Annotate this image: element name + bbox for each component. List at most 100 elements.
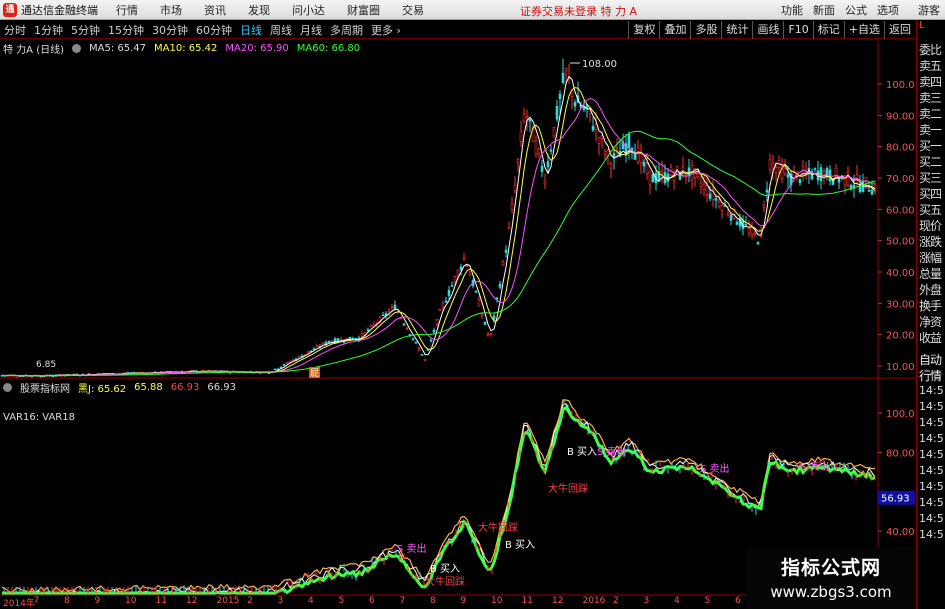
candle-body — [870, 189, 874, 195]
candle-body — [768, 158, 772, 170]
candle-body — [420, 354, 424, 356]
candle-body — [486, 333, 490, 336]
candle-body — [786, 174, 790, 178]
candle-body — [591, 126, 595, 131]
candle-body — [312, 348, 316, 351]
candle-body — [534, 140, 538, 155]
date-label-9: 3 — [277, 596, 284, 606]
date-label-20: 2 — [613, 596, 619, 606]
candle-body — [282, 364, 286, 366]
candle-body — [726, 213, 730, 216]
side-item-1: 卖五 — [919, 59, 942, 73]
indicator-name[interactable]: 股票指标网 — [20, 380, 70, 395]
date-label-24: 6 — [735, 596, 741, 606]
candle-body — [705, 185, 709, 195]
side-time-3: 14:5 — [919, 432, 944, 445]
candle-body — [297, 355, 301, 358]
price-label-2: 80.00 — [886, 143, 915, 154]
candle-body — [480, 314, 484, 317]
candle-body — [381, 314, 385, 317]
side-time-6: 14:5 — [919, 480, 944, 493]
date-label-19: 2016 — [582, 596, 606, 606]
side-item-18: 收益 — [919, 331, 942, 345]
indicator-dot-icon[interactable] — [3, 382, 12, 392]
candle-body — [702, 183, 706, 190]
candle-body — [495, 297, 499, 300]
candle-body — [387, 311, 391, 314]
candle-body — [765, 189, 769, 193]
signal-label-4: 大牛回踩 — [478, 521, 518, 534]
ind-label-0: 100.0 — [886, 409, 915, 420]
side-time-1: 14:5 — [919, 400, 944, 413]
candle-body — [405, 328, 409, 330]
candle-body — [648, 171, 652, 185]
candle-body — [744, 223, 748, 226]
side-item-17: 净资 — [919, 315, 942, 329]
settings-dot-icon[interactable] — [72, 43, 82, 53]
candle-body — [15, 375, 19, 378]
side-item-7: 买二 — [919, 155, 942, 169]
candle-body — [477, 299, 481, 307]
candle-body — [369, 325, 373, 327]
signal-label-2: B 买入 — [567, 446, 597, 458]
watermark: 指标公式网 www.zbgs3.com — [746, 547, 916, 609]
candle-body — [627, 134, 631, 149]
candle-body — [543, 181, 547, 185]
ind-label-2: 56.93 — [881, 494, 910, 505]
candle-body — [864, 176, 868, 181]
candle-body — [549, 149, 553, 152]
candle-body — [819, 167, 823, 181]
candle-body — [603, 151, 607, 155]
candle-body — [609, 163, 613, 169]
candle-body — [720, 204, 724, 211]
date-label-1: 7 — [33, 596, 40, 606]
candle-body — [252, 372, 256, 375]
candle-body — [315, 345, 319, 348]
ma5-value: MA5: 65.47 — [89, 42, 147, 54]
signal-label-8: S 卖出 — [397, 542, 427, 555]
candle-body — [423, 359, 427, 361]
candle-body — [507, 226, 511, 229]
side-quotes[interactable]: 行情 — [917, 368, 945, 384]
event-marker-label: 屁 — [310, 368, 319, 379]
low-annotation: 6.85 — [36, 360, 56, 370]
ma10-value: MA10: 65.42 — [154, 42, 218, 54]
price-label-8: 20.00 — [886, 331, 915, 342]
signal-label-7: S 卖出 — [800, 460, 830, 473]
candle-body — [456, 270, 460, 277]
candle-body — [537, 148, 541, 154]
ma60-value: MA60: 66.80 — [296, 42, 361, 54]
price-label-7: 30.00 — [886, 299, 915, 310]
candle-body — [519, 130, 523, 142]
date-label-6: 12 — [186, 596, 198, 606]
candle-body — [729, 214, 733, 221]
chart-canvas[interactable]: 100.0 90.00 80.00 70.00 60.00 50.00 40.00 30.00… — [0, 0, 916, 609]
candle-body — [813, 168, 817, 170]
date-label-4: 10 — [125, 596, 137, 606]
indicator-v3: 66.93 — [170, 381, 200, 393]
candle-body — [513, 184, 517, 191]
guest-label[interactable]: 游客 — [918, 2, 940, 18]
side-time-0: 14:5 — [919, 384, 944, 397]
date-label-21: 3 — [643, 596, 650, 606]
candle-body — [444, 300, 448, 303]
date-label-8: 2 — [247, 596, 253, 606]
date-label-15: 9 — [460, 596, 467, 606]
candle-body — [783, 168, 787, 174]
candle-body — [474, 290, 478, 293]
candle-body — [498, 283, 502, 288]
signal-label-6: S 卖出 — [700, 462, 730, 475]
side-auto[interactable]: 自动 — [917, 352, 945, 368]
candle-body — [651, 173, 655, 183]
candle-body — [714, 198, 718, 201]
candle-body — [459, 266, 463, 270]
candle-body — [417, 348, 421, 351]
candle-body — [516, 159, 520, 163]
side-item-8: 买三 — [919, 171, 942, 185]
candle-body — [336, 338, 340, 342]
price-label-1: 90.00 — [886, 111, 915, 122]
signal-label-9: 大牛回踩 — [425, 575, 465, 588]
candle-body — [573, 102, 577, 107]
side-item-10: 买五 — [919, 203, 942, 217]
candle-body — [636, 147, 640, 163]
